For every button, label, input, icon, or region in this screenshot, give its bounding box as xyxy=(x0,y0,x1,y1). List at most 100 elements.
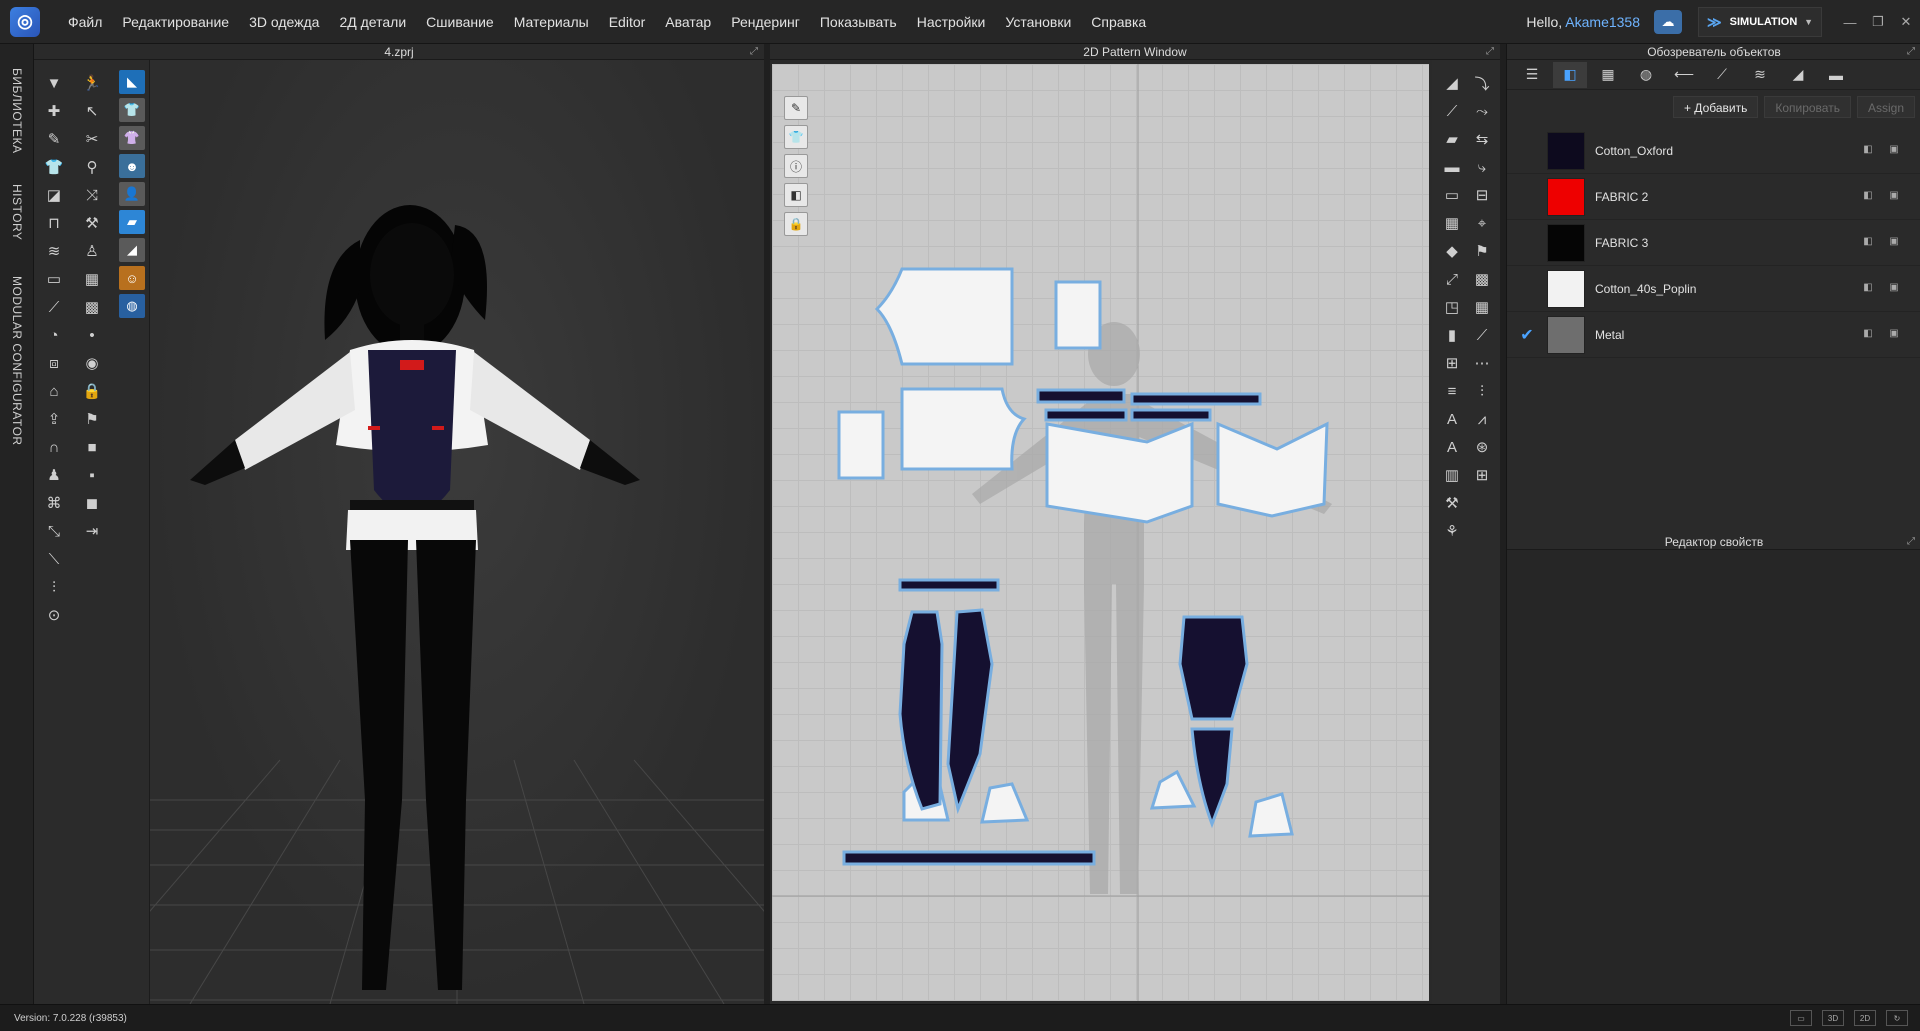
expand-icon[interactable]: ⤢ xyxy=(1486,44,1494,60)
view-pattern-icon[interactable]: ▰ xyxy=(119,210,145,234)
trim-tab-icon[interactable]: ◢ xyxy=(1781,62,1815,88)
tape-tab-icon[interactable]: ▬ xyxy=(1819,62,1853,88)
fabric-swatch[interactable] xyxy=(1547,315,1585,354)
view-2d-icon[interactable]: 2D xyxy=(1854,1010,1876,1026)
puckering-tab-icon[interactable]: ≋ xyxy=(1743,62,1777,88)
steam-icon[interactable]: ⚒ xyxy=(78,210,106,236)
refresh-icon[interactable]: ↻ xyxy=(1886,1010,1908,1026)
simulate-icon[interactable]: 🏃 xyxy=(78,70,106,96)
view-skin-icon[interactable]: ☺ xyxy=(119,266,145,290)
menu-help[interactable]: Справка xyxy=(1081,0,1156,44)
view-avatar-texture-icon[interactable]: ☻ xyxy=(119,154,145,178)
list-icon[interactable]: ☰ xyxy=(1515,62,1549,88)
pattern-info-icon[interactable]: ⓘ xyxy=(784,154,808,178)
apply-fabric-icon[interactable]: ◧ xyxy=(1861,280,1875,294)
tab-history[interactable]: HISTORY xyxy=(10,184,24,240)
square-block-icon[interactable]: ◼ xyxy=(78,490,106,516)
layer-icon[interactable]: ⇪ xyxy=(40,406,68,432)
view-3d-icon[interactable]: 3D xyxy=(1822,1010,1844,1026)
select-mesh-icon[interactable]: ↖ xyxy=(78,98,106,124)
buttonhole-icon[interactable]: ⊞ xyxy=(1468,462,1496,488)
point-icon[interactable]: • xyxy=(78,322,106,348)
apply-fabric-icon[interactable]: ◧ xyxy=(1861,326,1875,340)
edit-avatar-icon[interactable]: ♙ xyxy=(78,238,106,264)
menu-2d-pattern[interactable]: 2Д детали xyxy=(329,0,416,44)
button-2d-icon[interactable]: ⊛ xyxy=(1468,434,1496,460)
app-logo-icon[interactable]: ◎ xyxy=(10,6,40,37)
ruler-icon[interactable]: ⟍ xyxy=(40,546,68,572)
menu-file[interactable]: Файл xyxy=(58,0,112,44)
small-block-icon[interactable]: ▪ xyxy=(78,462,106,488)
pattern-pen-icon[interactable]: ✎ xyxy=(784,96,808,120)
topstitch-icon[interactable]: ⫶ xyxy=(1468,378,1496,404)
pattern-check-icon[interactable]: ▩ xyxy=(78,294,106,320)
fit-map-icon[interactable]: ⌂ xyxy=(40,378,68,404)
duplicate-fabric-icon[interactable]: ▣ xyxy=(1887,142,1901,156)
menu-preferences[interactable]: Установки xyxy=(995,0,1081,44)
menu-editor[interactable]: Editor xyxy=(599,0,656,44)
expand-icon[interactable]: ⤢ xyxy=(1907,44,1915,60)
menu-3d-garment[interactable]: 3D одежда xyxy=(239,0,329,44)
button-tab-icon[interactable]: ◍ xyxy=(1629,62,1663,88)
zigzag-icon[interactable]: ⩘ xyxy=(1468,406,1496,432)
duplicate-fabric-icon[interactable]: ▣ xyxy=(1887,326,1901,340)
apply-fabric-icon[interactable]: ◧ xyxy=(1861,188,1875,202)
avatar-pose-icon[interactable]: ♟ xyxy=(40,462,68,488)
select-move-icon[interactable]: ▼ xyxy=(40,70,68,96)
menu-avatar[interactable]: Аватар xyxy=(655,0,721,44)
button-tool-icon[interactable]: ⊙ xyxy=(40,602,68,628)
free-sewing-icon[interactable]: ⤳ xyxy=(1468,98,1496,124)
checker-pattern-icon[interactable]: ▩ xyxy=(1468,266,1496,292)
fabric-row[interactable]: Cotton_Oxford ◧ ▣ xyxy=(1507,128,1920,174)
line-icon[interactable]: ⟋ xyxy=(1468,322,1496,348)
fabric-row[interactable]: ✔ Metal ◧ ▣ xyxy=(1507,312,1920,358)
tape-icon[interactable]: ⇥ xyxy=(78,518,106,544)
circle-icon[interactable]: ◉ xyxy=(78,350,106,376)
expand-icon[interactable]: ⤢ xyxy=(750,44,758,60)
fabric-swatch[interactable] xyxy=(1547,269,1585,308)
arrangement-icon[interactable]: ⌘ xyxy=(40,490,68,516)
texture-icon[interactable]: ◔ xyxy=(40,322,68,348)
edit-sewing-icon[interactable]: ⤷ xyxy=(1468,154,1496,180)
menu-display[interactable]: Показывать xyxy=(810,0,907,44)
tab-library[interactable]: БИБЛИОТЕКА xyxy=(10,68,24,154)
minimize-icon[interactable]: — xyxy=(1836,15,1864,30)
pattern-canvas[interactable]: ✎ 👕 ⓘ ◧ 🔒 xyxy=(772,64,1429,1001)
checker-alt-icon[interactable]: ▦ xyxy=(1468,294,1496,320)
lock-icon[interactable]: 🔒 xyxy=(78,378,106,404)
apply-fabric-icon[interactable]: ◧ xyxy=(1861,142,1875,156)
garment-icon[interactable]: 👕 xyxy=(40,154,68,180)
username[interactable]: Akame1358 xyxy=(1565,14,1640,30)
view-globe-icon[interactable]: ◍ xyxy=(119,294,145,318)
view-shirt-icon[interactable]: 👕 xyxy=(119,98,145,122)
viewport-3d[interactable] xyxy=(150,60,764,1004)
segment-sewing-icon[interactable]: ⤵ xyxy=(1468,70,1496,96)
buttonhole-tab-icon[interactable]: ⟵ xyxy=(1667,62,1701,88)
strengthen-icon[interactable]: ⤨ xyxy=(78,182,106,208)
brush-icon[interactable]: ✎ xyxy=(40,126,68,152)
simulation-mode-button[interactable]: ≫ SIMULATION ▼ xyxy=(1698,7,1822,37)
duplicate-fabric-icon[interactable]: ▣ xyxy=(1887,234,1901,248)
tab-modular-configurator[interactable]: MODULAR CONFIGURATOR xyxy=(10,276,24,446)
fabric-swatch[interactable] xyxy=(1547,131,1585,170)
dash-line-icon[interactable]: ⋯ xyxy=(1468,350,1496,376)
view-garment-icon[interactable]: 👚 xyxy=(119,126,145,150)
fabric-row[interactable]: FABRIC 2 ◧ ▣ xyxy=(1507,174,1920,220)
pattern-shirt-icon[interactable]: 👕 xyxy=(784,125,808,149)
trim-icon[interactable]: ⚑ xyxy=(78,406,106,432)
add-fabric-button[interactable]: + Добавить xyxy=(1672,96,1759,118)
close-icon[interactable]: ✕ xyxy=(1892,14,1920,30)
zipper-icon[interactable]: ⫶ xyxy=(40,574,68,600)
checker-tab-icon[interactable]: ▦ xyxy=(1591,62,1625,88)
checker-icon[interactable]: ▦ xyxy=(78,266,106,292)
fabric-row[interactable]: FABRIC 3 ◧ ▣ xyxy=(1507,220,1920,266)
puckering-2d-icon[interactable]: ⚑ xyxy=(1468,238,1496,264)
sleeve-icon[interactable]: ∩ xyxy=(40,434,68,460)
view-shoe-icon[interactable]: ◢ xyxy=(119,238,145,262)
flat-sketch-icon[interactable]: ⧈ xyxy=(40,350,68,376)
walk-icon[interactable]: ⚘ xyxy=(1438,518,1466,544)
fabric-swatch[interactable] xyxy=(1547,223,1585,262)
menu-materials[interactable]: Материалы xyxy=(504,0,599,44)
tack-on-avatar-icon[interactable]: ⌖ xyxy=(1468,210,1496,236)
restore-icon[interactable]: ❐ xyxy=(1864,14,1892,30)
